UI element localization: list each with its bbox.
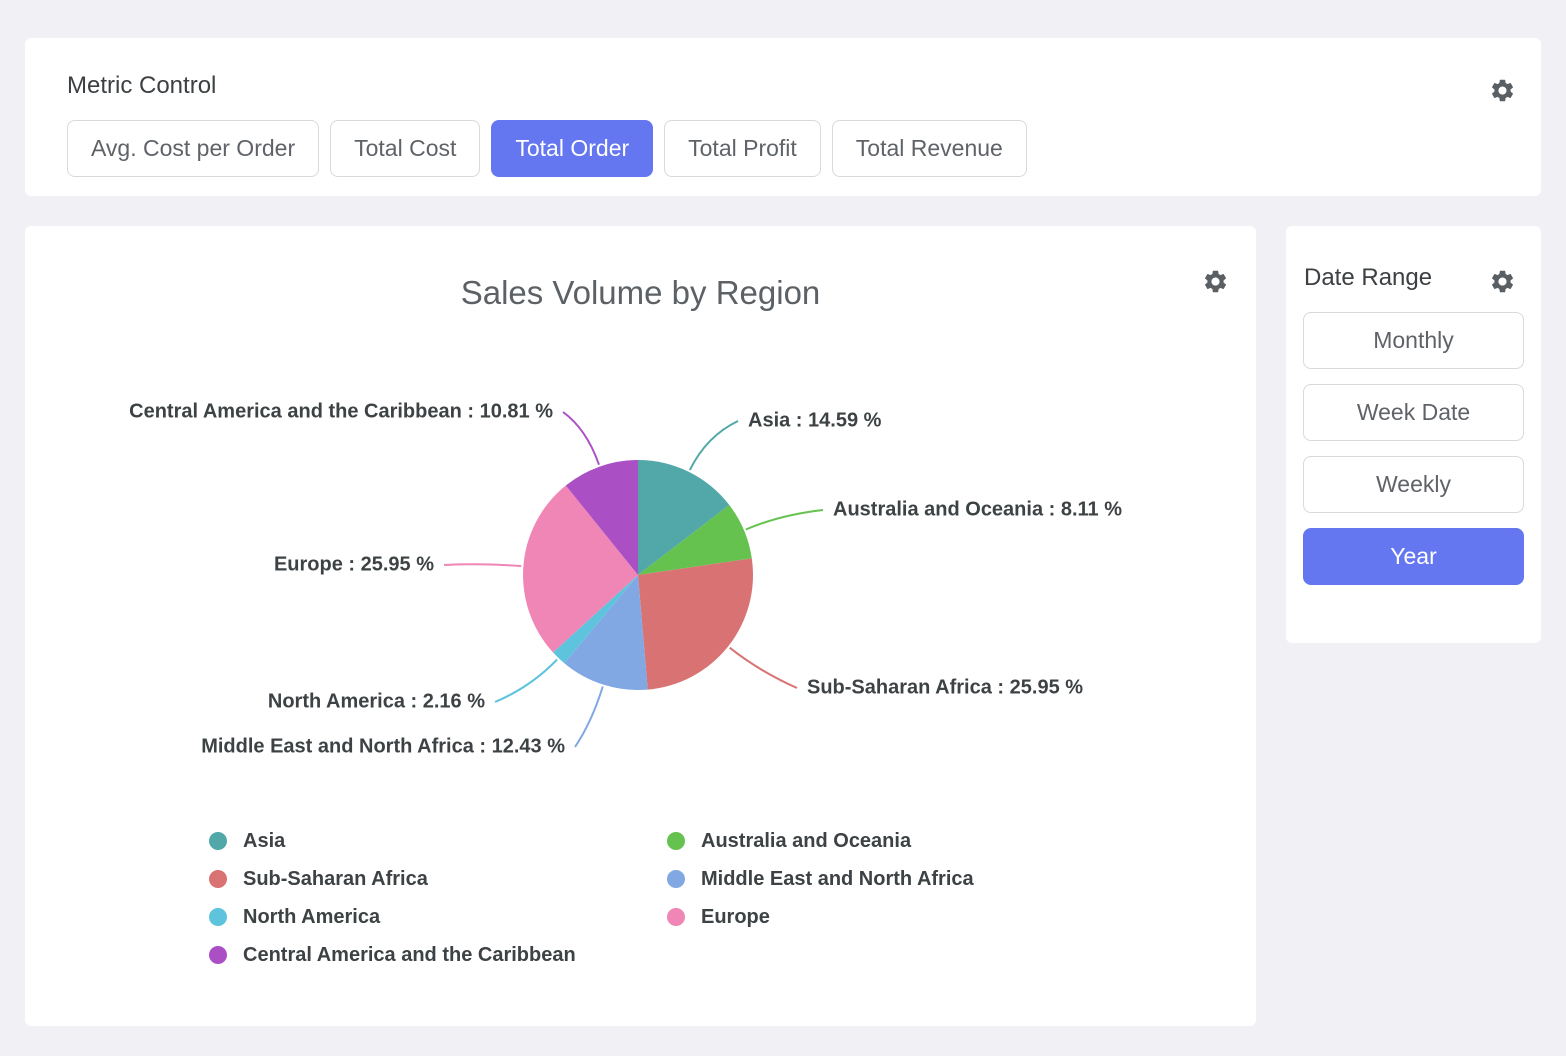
pie-label-north-america: North America : 2.16 % [268,690,485,712]
pie-label-middle-east-and-north-africa: Middle East and North Africa : 12.43 % [201,735,565,757]
legend-label-middle-east-and-north-africa: Middle East and North Africa [701,868,974,891]
legend-item-middle-east-and-north-africa[interactable]: Middle East and North Africa [667,860,974,898]
pie-label-asia: Asia : 14.59 % [748,409,882,431]
legend-item-australia-and-oceania[interactable]: Australia and Oceania [667,822,974,860]
metric-control-settings-gear-icon[interactable] [1489,77,1516,104]
legend-label-asia: Asia [243,830,285,853]
date-range-title: Date Range [1304,264,1432,292]
legend-dot-middle-east-and-north-africa [667,870,685,888]
legend-item-europe[interactable]: Europe [667,898,974,936]
legend-dot-europe [667,908,685,926]
date-range-button-week-date[interactable]: Week Date [1303,384,1524,441]
pie-label-line-north-america [495,660,557,703]
metric-button-total-profit[interactable]: Total Profit [664,120,821,177]
metric-button-total-cost[interactable]: Total Cost [330,120,480,177]
pie-label-sub-saharan-africa: Sub-Saharan Africa : 25.95 % [807,676,1083,698]
date-range-button-year[interactable]: Year [1303,528,1524,585]
legend-dot-sub-saharan-africa [209,870,227,888]
legend-label-europe: Europe [701,906,770,929]
chart-title: Sales Volume by Region [25,274,1256,312]
legend-dot-asia [209,832,227,850]
pie-label-line-australia-and-oceania [746,510,823,530]
pie-label-line-central-america-and-the-caribbean [563,412,599,465]
pie-label-line-europe [444,564,521,566]
metric-button-total-revenue[interactable]: Total Revenue [832,120,1027,177]
legend-label-central-america-and-the-caribbean: Central America and the Caribbean [243,944,576,967]
metric-buttons-group: Avg. Cost per OrderTotal CostTotal Order… [67,120,1027,177]
date-range-button-weekly[interactable]: Weekly [1303,456,1524,513]
legend-item-asia[interactable]: Asia [209,822,667,860]
date-range-settings-gear-icon[interactable] [1489,268,1516,295]
pie-label-australia-and-oceania: Australia and Oceania : 8.11 % [833,498,1122,520]
sales-volume-chart-panel: Sales Volume by Region Asia : 14.59 % Aus… [25,226,1256,1026]
chart-legend: Asia Sub-Saharan Africa North America Centr… [209,822,974,974]
legend-dot-north-america [209,908,227,926]
pie-label-line-asia [690,421,738,470]
pie-label-line-sub-saharan-africa [730,648,797,688]
legend-label-australia-and-oceania: Australia and Oceania [701,830,911,853]
legend-item-sub-saharan-africa[interactable]: Sub-Saharan Africa [209,860,667,898]
legend-dot-australia-and-oceania [667,832,685,850]
metric-control-title: Metric Control [67,72,216,100]
pie-label-europe: Europe : 25.95 % [274,553,434,575]
metric-control-panel: Metric Control Avg. Cost per OrderTotal … [25,38,1541,196]
date-range-panel: Date Range Monthly Week Date Weekly Year [1286,226,1541,643]
date-range-button-monthly[interactable]: Monthly [1303,312,1524,369]
legend-item-central-america-and-the-caribbean[interactable]: Central America and the Caribbean [209,936,667,974]
chart-settings-gear-icon[interactable] [1202,268,1229,295]
metric-button-avg-cost-per-order[interactable]: Avg. Cost per Order [67,120,319,177]
legend-dot-central-america-and-the-caribbean [209,946,227,964]
date-range-buttons-group: Monthly Week Date Weekly Year [1303,312,1524,585]
legend-label-sub-saharan-africa: Sub-Saharan Africa [243,868,428,891]
pie-slice-sub-saharan-africa[interactable] [638,558,753,689]
pie-label-central-america-and-the-caribbean: Central America and the Caribbean : 10.8… [129,400,553,422]
legend-item-north-america[interactable]: North America [209,898,667,936]
legend-label-north-america: North America [243,906,380,929]
metric-button-total-order[interactable]: Total Order [491,120,653,177]
pie-label-line-middle-east-and-north-africa [575,687,603,747]
